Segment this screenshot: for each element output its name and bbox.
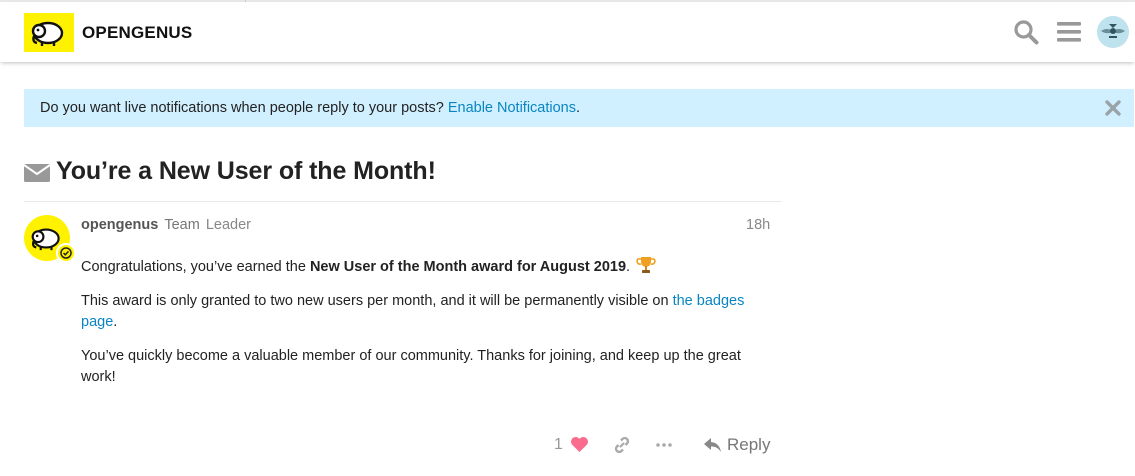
trophy-icon [636, 257, 656, 273]
enable-notifications-link[interactable]: Enable Notifications [448, 100, 576, 116]
like-count[interactable]: 1 [554, 436, 563, 454]
elephant-logo-icon [31, 21, 64, 46]
site-name: OPENGENUS [82, 22, 193, 42]
menu-button[interactable] [1055, 18, 1083, 46]
logo-mark [24, 13, 74, 52]
hamburger-menu-icon [1057, 22, 1081, 42]
post-date[interactable]: 18h [746, 217, 770, 233]
banner-text: Do you want live notifications when peop… [40, 100, 580, 116]
share-link-button[interactable] [613, 436, 631, 459]
check-circle-icon [60, 247, 72, 259]
p1-prefix: Congratulations, you’ve earned the [81, 259, 310, 275]
post-user-title: Leader [205, 217, 251, 233]
banner-trailing: . [576, 100, 581, 116]
close-icon [1105, 100, 1121, 116]
post-paragraph-3: You’ve quickly become a valuable member … [81, 348, 741, 385]
link-icon [614, 436, 630, 454]
group-flair-badge [56, 243, 76, 263]
post-paragraph-2: This award is only granted to two new us… [81, 291, 771, 333]
site-logo[interactable]: OPENGENUS [24, 13, 192, 52]
reply-icon [704, 437, 721, 452]
p2-suffix: . [113, 314, 118, 330]
notification-banner: Do you want live notifications when peop… [24, 89, 1134, 127]
topic-title-row: You’re a New User of the Month! [24, 157, 436, 186]
post-username[interactable]: opengenus [81, 217, 158, 233]
avatar-emblem-icon [1097, 16, 1129, 48]
user-avatar[interactable] [1097, 16, 1129, 48]
reply-button[interactable]: Reply [704, 435, 770, 455]
like-button[interactable] [570, 436, 589, 458]
post-user-group[interactable]: Team [164, 217, 199, 233]
banner-close-button[interactable] [1104, 99, 1122, 117]
envelope-icon [24, 163, 50, 182]
award-name: New User of the Month award for August 2… [309, 259, 627, 275]
more-actions-button[interactable] [655, 436, 673, 459]
p2-text: This award is only granted to two new us… [81, 293, 673, 309]
ellipsis-icon [656, 443, 672, 447]
banner-message: Do you want live notifications when peop… [40, 100, 444, 116]
heart-icon [571, 436, 588, 453]
title-divider [24, 201, 782, 202]
p1-suffix: . [626, 259, 631, 275]
post-meta: opengenus Team Leader [81, 217, 251, 233]
topic-title[interactable]: You’re a New User of the Month! [56, 157, 436, 186]
post-paragraph-1: Congratulations, you’ve earned the New U… [81, 255, 771, 278]
site-header: OPENGENUS [0, 2, 1135, 62]
search-icon [1014, 20, 1039, 45]
search-button[interactable] [1012, 18, 1040, 46]
reply-label: Reply [727, 435, 771, 454]
post-body: Congratulations, you’ve earned the New U… [81, 255, 771, 401]
